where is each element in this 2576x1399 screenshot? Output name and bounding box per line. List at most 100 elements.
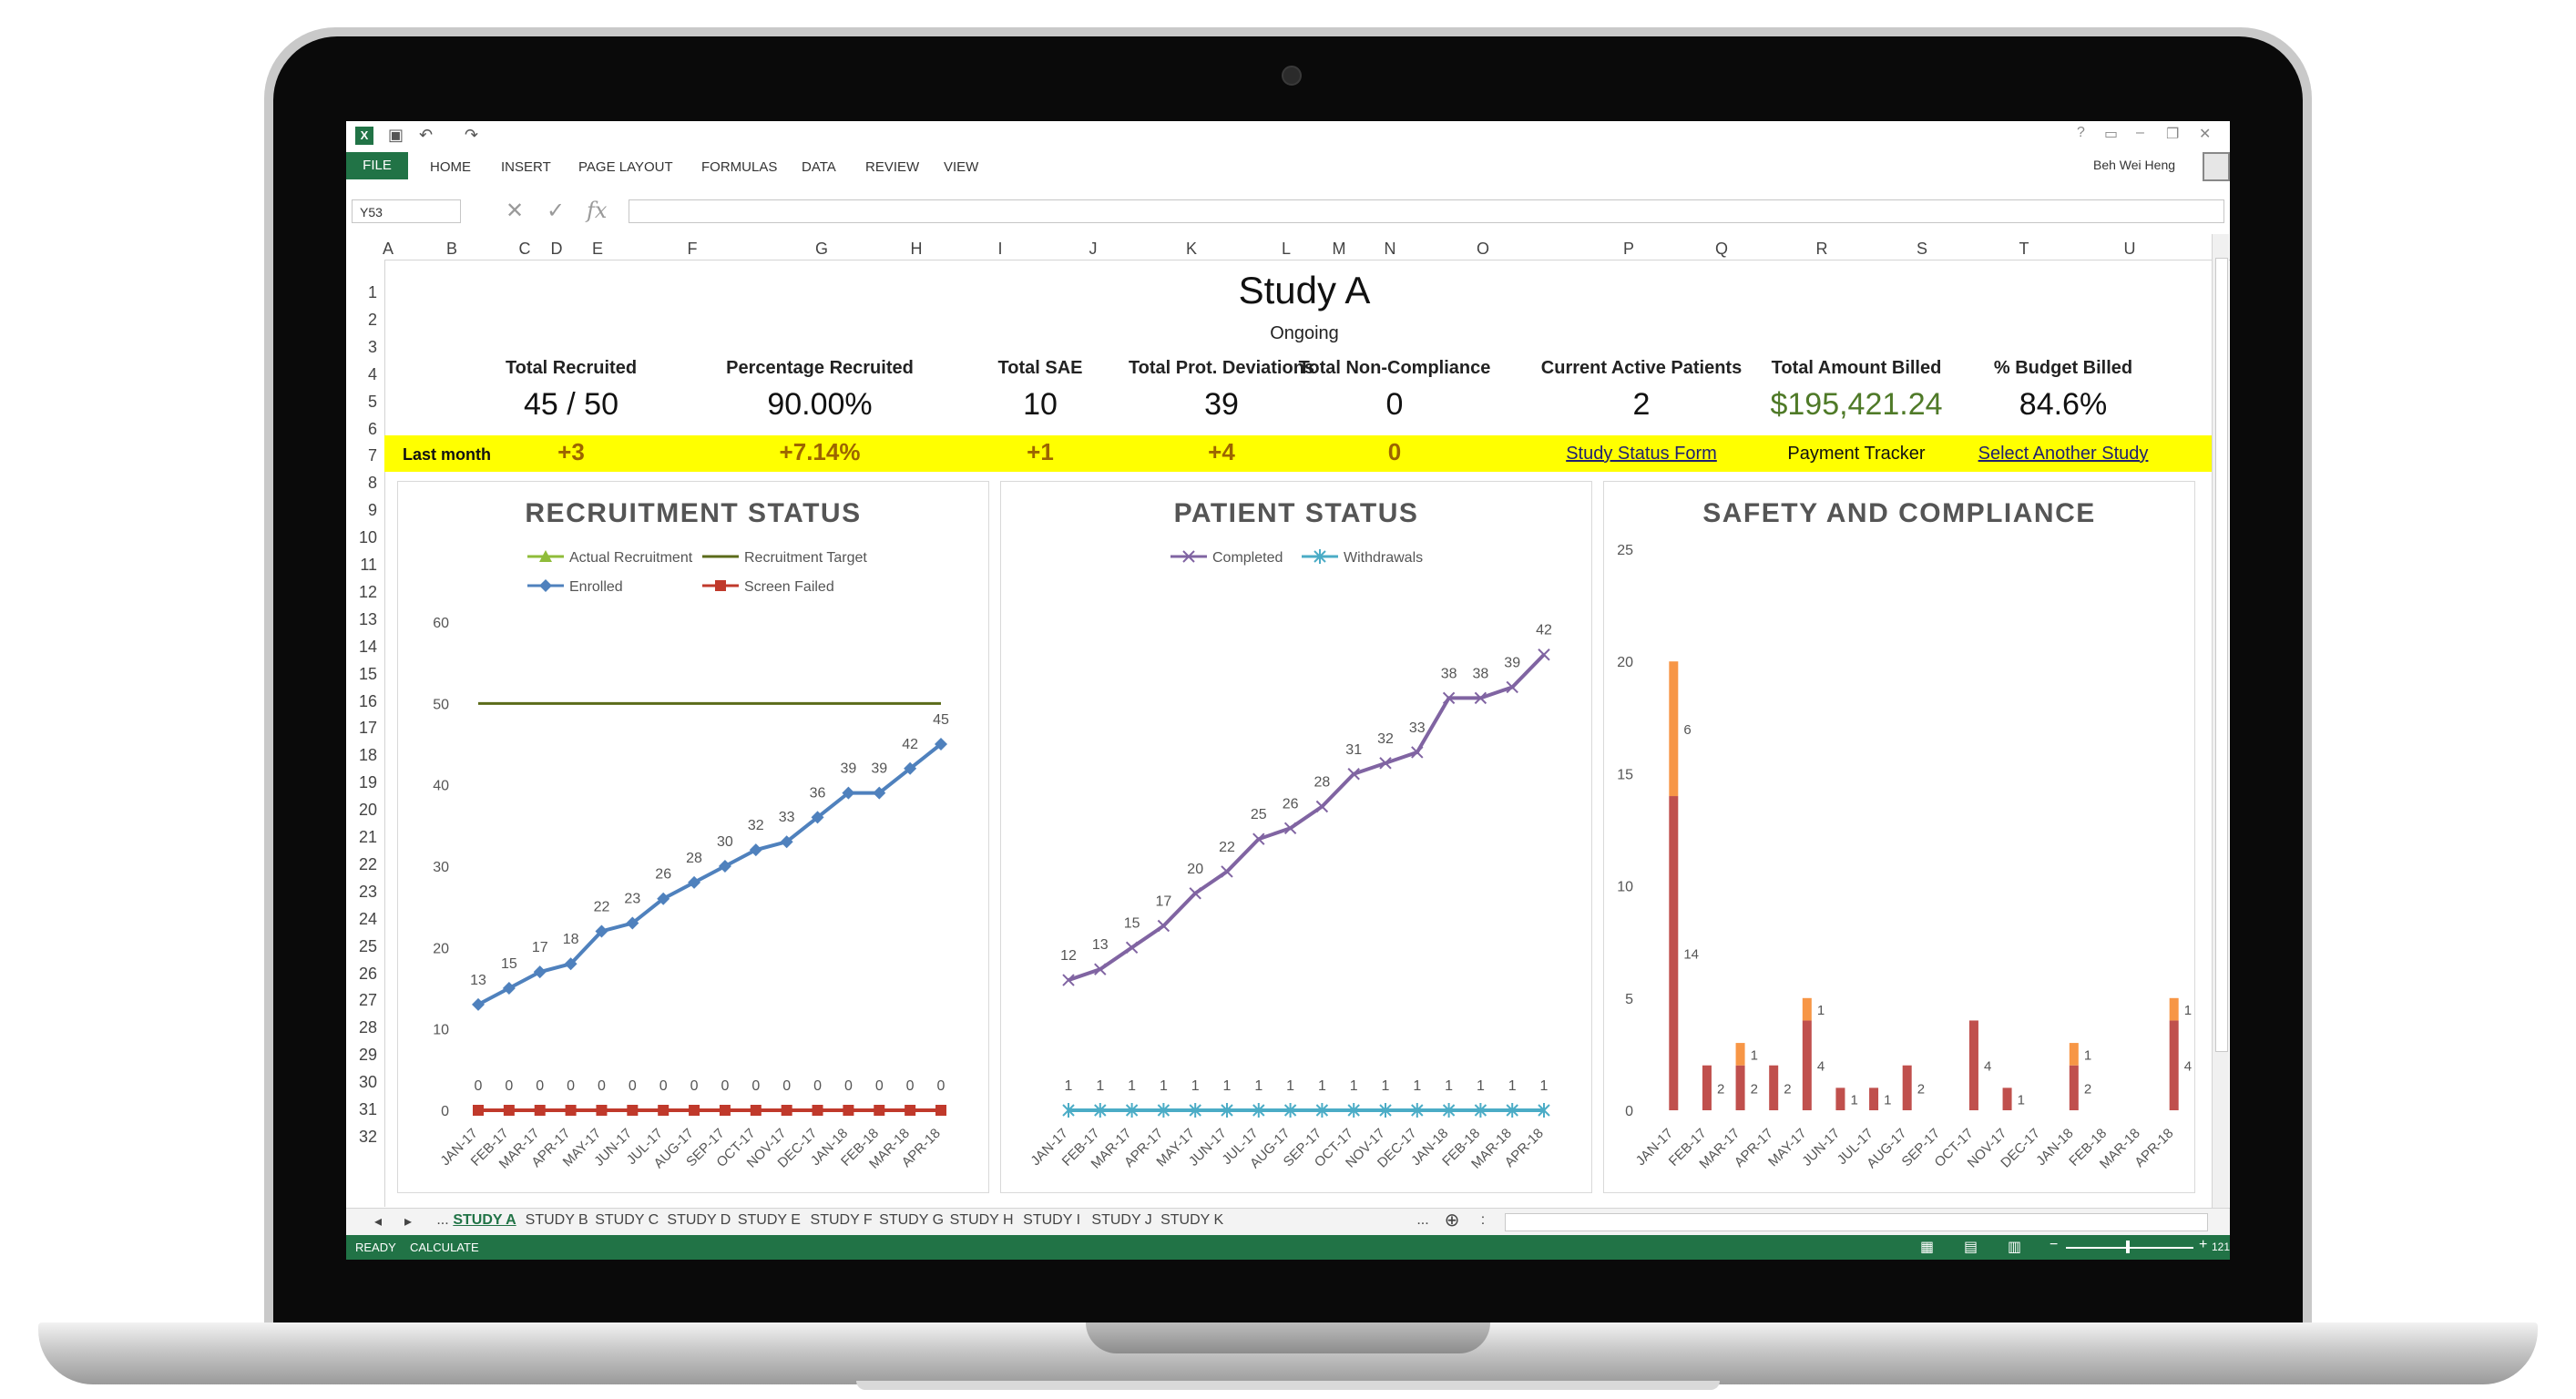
column-header-t[interactable]: T <box>2019 240 2029 259</box>
sheet-tab-study-c[interactable]: STUDY C <box>595 1212 659 1229</box>
tab-insert[interactable]: INSERT <box>501 159 551 175</box>
sheet-tab-study-j[interactable]: STUDY J <box>1091 1212 1151 1229</box>
payment-tracker-link[interactable]: Payment Tracker <box>1787 444 1925 465</box>
sheet-more-right-button[interactable]: ... <box>1416 1212 1428 1229</box>
sheet-tab-study-f[interactable]: STUDY F <box>811 1212 873 1229</box>
column-header-c[interactable]: C <box>519 240 531 259</box>
row-header-15[interactable]: 15 <box>359 665 377 684</box>
row-header-19[interactable]: 19 <box>359 773 377 792</box>
row-header-22[interactable]: 22 <box>359 855 377 874</box>
sheet-tab-study-a[interactable]: STUDY A <box>453 1212 516 1229</box>
row-header-17[interactable]: 17 <box>359 719 377 738</box>
row-header-21[interactable]: 21 <box>359 828 377 847</box>
sheet-more-left-button[interactable]: ... <box>436 1212 448 1229</box>
row-header-13[interactable]: 13 <box>359 610 377 629</box>
row-header-24[interactable]: 24 <box>359 910 377 929</box>
row-header-9[interactable]: 9 <box>368 501 377 520</box>
user-name[interactable]: Beh Wei Heng <box>2093 158 2175 172</box>
row-header-12[interactable]: 12 <box>359 583 377 602</box>
column-header-h[interactable]: H <box>911 240 923 259</box>
zoom-slider-thumb[interactable] <box>2126 1241 2130 1253</box>
cancel-formula-icon[interactable]: ✕ <box>506 198 524 224</box>
column-header-a[interactable]: A <box>383 240 394 259</box>
sheet-tab-study-g[interactable]: STUDY G <box>879 1212 944 1229</box>
row-header-4[interactable]: 4 <box>368 365 377 384</box>
column-header-u[interactable]: U <box>2124 240 2136 259</box>
zoom-in-icon[interactable]: + <box>2199 1237 2207 1253</box>
insert-function-icon[interactable]: fx <box>587 198 607 223</box>
row-header-10[interactable]: 10 <box>359 528 377 547</box>
redo-icon[interactable]: ↷ <box>465 126 478 145</box>
sheet-tab-study-d[interactable]: STUDY D <box>667 1212 731 1229</box>
row-header-28[interactable]: 28 <box>359 1018 377 1037</box>
row-header-26[interactable]: 26 <box>359 965 377 984</box>
zoom-out-icon[interactable]: − <box>2050 1237 2058 1253</box>
tab-file[interactable]: FILE <box>346 152 408 179</box>
column-header-f[interactable]: F <box>688 240 698 259</box>
zoom-level[interactable]: 121% <box>2212 1241 2230 1253</box>
page-layout-view-icon[interactable]: ▤ <box>1964 1238 1978 1256</box>
column-header-e[interactable]: E <box>592 240 603 259</box>
row-header-3[interactable]: 3 <box>368 338 377 357</box>
row-header-23[interactable]: 23 <box>359 883 377 902</box>
row-header-30[interactable]: 30 <box>359 1073 377 1092</box>
tab-home[interactable]: HOME <box>430 159 471 175</box>
row-header-32[interactable]: 32 <box>359 1128 377 1147</box>
column-header-l[interactable]: L <box>1282 240 1291 259</box>
row-header-18[interactable]: 18 <box>359 746 377 765</box>
ribbon-display-icon[interactable]: ▭ <box>2104 125 2118 143</box>
column-header-d[interactable]: D <box>551 240 563 259</box>
new-sheet-icon[interactable]: ⊕ <box>1445 1209 1460 1231</box>
select-another-study-link[interactable]: Select Another Study <box>1978 444 2149 465</box>
enter-formula-icon[interactable]: ✓ <box>547 198 565 224</box>
undo-icon[interactable]: ↶ <box>419 126 433 145</box>
sheet-prev-button[interactable]: ◂ <box>374 1212 382 1231</box>
tab-data[interactable]: DATA <box>802 159 836 175</box>
column-header-k[interactable]: K <box>1186 240 1197 259</box>
column-header-s[interactable]: S <box>1917 240 1927 259</box>
tab-formulas[interactable]: FORMULAS <box>701 159 777 175</box>
minimize-icon[interactable]: – <box>2136 125 2144 141</box>
close-icon[interactable]: ✕ <box>2199 125 2211 143</box>
vertical-scroll-thumb[interactable] <box>2215 258 2228 1052</box>
column-header-j[interactable]: J <box>1089 240 1098 259</box>
row-header-25[interactable]: 25 <box>359 937 377 956</box>
row-header-11[interactable]: 11 <box>360 556 377 575</box>
row-header-8[interactable]: 8 <box>368 474 377 493</box>
row-header-29[interactable]: 29 <box>359 1046 377 1065</box>
study-status-form-link[interactable]: Study Status Form <box>1566 444 1717 465</box>
name-box[interactable]: Y53 <box>352 199 461 223</box>
row-header-7[interactable]: 7 <box>368 446 377 465</box>
sheet-tab-study-b[interactable]: STUDY B <box>526 1212 588 1229</box>
sheet-next-button[interactable]: ▸ <box>404 1212 412 1231</box>
row-header-1[interactable]: 1 <box>368 283 377 302</box>
sheet-tab-study-k[interactable]: STUDY K <box>1160 1212 1223 1229</box>
page-break-view-icon[interactable]: ▥ <box>2008 1238 2021 1256</box>
tab-review[interactable]: REVIEW <box>865 159 919 175</box>
horizontal-scrollbar[interactable] <box>1505 1213 2208 1231</box>
tab-page-layout[interactable]: PAGE LAYOUT <box>578 159 673 175</box>
row-header-2[interactable]: 2 <box>368 311 377 330</box>
row-header-27[interactable]: 27 <box>359 991 377 1010</box>
tab-view[interactable]: VIEW <box>944 159 978 175</box>
save-icon[interactable]: ▣ <box>388 126 404 145</box>
column-header-q[interactable]: Q <box>1715 240 1728 259</box>
formula-bar[interactable] <box>629 199 2224 223</box>
column-header-m[interactable]: M <box>1333 240 1346 259</box>
row-header-5[interactable]: 5 <box>368 393 377 412</box>
column-header-i[interactable]: I <box>997 240 1002 259</box>
column-header-r[interactable]: R <box>1816 240 1828 259</box>
vertical-scrollbar[interactable] <box>2212 234 2229 1209</box>
row-header-31[interactable]: 31 <box>359 1100 377 1119</box>
column-header-o[interactable]: O <box>1477 240 1489 259</box>
zoom-slider[interactable] <box>2066 1247 2193 1249</box>
row-header-20[interactable]: 20 <box>359 801 377 820</box>
restore-icon[interactable]: ❐ <box>2166 125 2179 143</box>
sheet-tab-study-h[interactable]: STUDY H <box>950 1212 1014 1229</box>
help-icon[interactable]: ? <box>2077 125 2085 141</box>
sheet-tab-study-e[interactable]: STUDY E <box>738 1212 801 1229</box>
row-header-16[interactable]: 16 <box>359 692 377 711</box>
sheet-tab-study-i[interactable]: STUDY I <box>1023 1212 1080 1229</box>
column-header-b[interactable]: B <box>446 240 457 259</box>
column-header-g[interactable]: G <box>815 240 828 259</box>
